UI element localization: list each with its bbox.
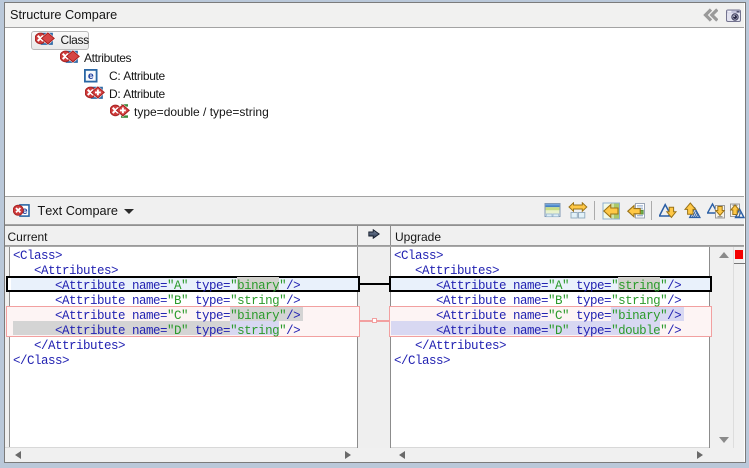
svg-text:e: e	[88, 70, 94, 82]
